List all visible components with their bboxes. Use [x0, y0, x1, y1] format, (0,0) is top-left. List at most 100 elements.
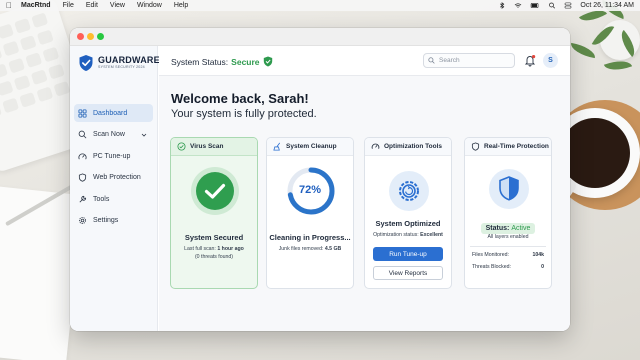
- close-window-button[interactable]: [77, 33, 84, 40]
- menu-edit[interactable]: Edit: [86, 2, 98, 9]
- last-scan-value: 1 hour ago: [217, 246, 244, 252]
- optimization-value: Excellent: [420, 232, 443, 238]
- main-content: System Status: Secure S Welcome back, Sa…: [159, 46, 570, 331]
- sidebar-item-label: Settings: [93, 217, 119, 224]
- apple-icon[interactable]: : [6, 1, 12, 10]
- sidebar-item-label: Scan Now: [93, 131, 125, 138]
- optimization-label: Optimization status:: [373, 232, 419, 238]
- avatar[interactable]: S: [543, 53, 558, 68]
- brand-logo: GUARDWARE SYSTEM SECURITY 2024: [78, 54, 160, 72]
- realtime-status-label: Status:: [485, 225, 510, 232]
- welcome-heading: Welcome back, Sarah!: [171, 91, 309, 106]
- brand-name: GUARDWARE: [98, 55, 160, 66]
- search-box[interactable]: [423, 53, 515, 68]
- sidebar-item-label: Web Protection: [93, 174, 141, 181]
- threats-label: Threats Blocked:: [472, 264, 511, 270]
- card-title: Real-Time Protection: [484, 143, 549, 150]
- status-label: System Status:: [171, 56, 229, 67]
- virus-scan-card[interactable]: Virus Scan System Secured Last full scan…: [170, 137, 258, 289]
- menu-file[interactable]: File: [63, 2, 74, 9]
- files-monitored-row: Files Monitored: 104k: [472, 252, 544, 258]
- shield-logo-icon: [79, 55, 93, 71]
- card-header: Virus Scan: [171, 138, 257, 156]
- sidebar-item-label: PC Tune-up: [93, 152, 131, 160]
- wifi-icon[interactable]: [514, 2, 522, 9]
- layers-enabled: All layers enabled: [487, 234, 529, 240]
- menu-window[interactable]: Window: [137, 2, 162, 9]
- brand-subtitle: SYSTEM SECURITY 2024: [98, 65, 145, 70]
- card-header: Optimization Tools: [365, 138, 451, 156]
- optimization-status: System Optimized: [375, 219, 441, 228]
- menu-view[interactable]: View: [110, 2, 125, 9]
- card-title: Virus Scan: [190, 143, 224, 150]
- shield-icon: [471, 142, 480, 151]
- realtime-status-value: Active: [511, 225, 531, 232]
- system-status: System Status: Secure: [171, 56, 273, 67]
- junk-line: Junk files removed: 4.5 GB: [267, 246, 353, 254]
- sidebar-item-pc-tune-up[interactable]: PC Tune-up: [74, 147, 153, 165]
- realtime-status-row: Status: Active: [465, 217, 551, 235]
- virus-status: System Secured: [184, 233, 244, 242]
- sidebar-item-label: Dashboard: [93, 109, 128, 117]
- shield-icon: [78, 173, 87, 182]
- files-value: 104k: [532, 252, 544, 258]
- divider: [470, 246, 546, 247]
- broom-icon: [273, 142, 281, 151]
- chevron-down-icon[interactable]: [141, 132, 147, 138]
- threats-blocked-row: Threats Blocked: 0: [472, 264, 544, 270]
- check-circle-icon: [177, 142, 186, 151]
- card-title: System Cleanup: [286, 143, 337, 150]
- tune-icon: [78, 152, 87, 159]
- battery-icon[interactable]: [530, 2, 540, 9]
- shield-protection-icon: [489, 169, 529, 209]
- plant-image: [560, 0, 640, 90]
- bluetooth-icon[interactable]: [498, 2, 506, 9]
- view-reports-button[interactable]: View Reports: [373, 266, 443, 280]
- spotlight-icon[interactable]: [548, 2, 556, 9]
- real-time-protection-card[interactable]: Real-Time Protection Status: Active All …: [464, 137, 552, 289]
- search-icon: [428, 57, 435, 64]
- files-label: Files Monitored:: [472, 252, 509, 258]
- control-center-icon[interactable]: [564, 2, 572, 9]
- run-tune-up-button[interactable]: Run Tune-up: [373, 247, 443, 261]
- junk-label: Junk files removed:: [278, 246, 324, 252]
- minimize-window-button[interactable]: [87, 33, 94, 40]
- success-check-icon: [191, 167, 239, 215]
- sidebar-item-web-protection[interactable]: Web Protection: [74, 169, 153, 187]
- gear-refresh-icon: [389, 171, 429, 211]
- menu-bar:  MacRtnd File Edit View Window Help Oct…: [0, 0, 640, 11]
- card-header: System Cleanup: [267, 138, 353, 156]
- menu-help[interactable]: Help: [174, 2, 188, 9]
- wrench-icon: [79, 195, 87, 202]
- sidebar-item-dashboard[interactable]: Dashboard: [74, 104, 153, 122]
- sidebar: GUARDWARE SYSTEM SECURITY 2024 Dashboard…: [70, 46, 160, 331]
- last-scan-label: Last full scan:: [184, 246, 216, 252]
- sidebar-item-tools[interactable]: Tools: [74, 190, 153, 208]
- welcome-subtitle: Your system is fully protected.: [171, 108, 317, 120]
- search-input[interactable]: [439, 57, 509, 64]
- coffee-image: [560, 118, 630, 188]
- sidebar-item-label: Tools: [93, 195, 110, 203]
- speedometer-icon: [371, 143, 380, 149]
- card-title: Optimization Tools: [384, 143, 443, 150]
- bell-icon[interactable]: [524, 54, 536, 67]
- title-bar: [70, 28, 570, 46]
- shield-check-icon: [263, 56, 272, 67]
- zoom-window-button[interactable]: [97, 33, 104, 40]
- sidebar-item-scan-now[interactable]: Scan Now: [74, 126, 153, 144]
- search-icon: [78, 130, 87, 139]
- threats-found: (0 threats found): [194, 254, 234, 260]
- sidebar-item-settings[interactable]: Settings: [74, 212, 153, 230]
- menu-app-name[interactable]: MacRtnd: [21, 2, 51, 9]
- menu-clock[interactable]: Oct 26, 11:34 AM: [580, 2, 634, 9]
- cleanup-percent: 72%: [298, 184, 322, 196]
- system-cleanup-card[interactable]: System Cleanup 72% Cleaning in Progress.…: [266, 137, 354, 289]
- app-window: GUARDWARE SYSTEM SECURITY 2024 Dashboard…: [70, 28, 570, 331]
- cleanup-status: Cleaning in Progress...: [269, 233, 351, 242]
- gear-icon: [79, 217, 86, 224]
- optimization-tools-card[interactable]: Optimization Tools System Optimized Opti…: [364, 137, 452, 289]
- header: System Status: Secure S: [159, 46, 570, 76]
- optimization-line: Optimization status: Excellent: [365, 232, 451, 240]
- card-header: Real-Time Protection: [465, 138, 551, 156]
- last-scan-line: Last full scan: 1 hour ago: [171, 246, 257, 254]
